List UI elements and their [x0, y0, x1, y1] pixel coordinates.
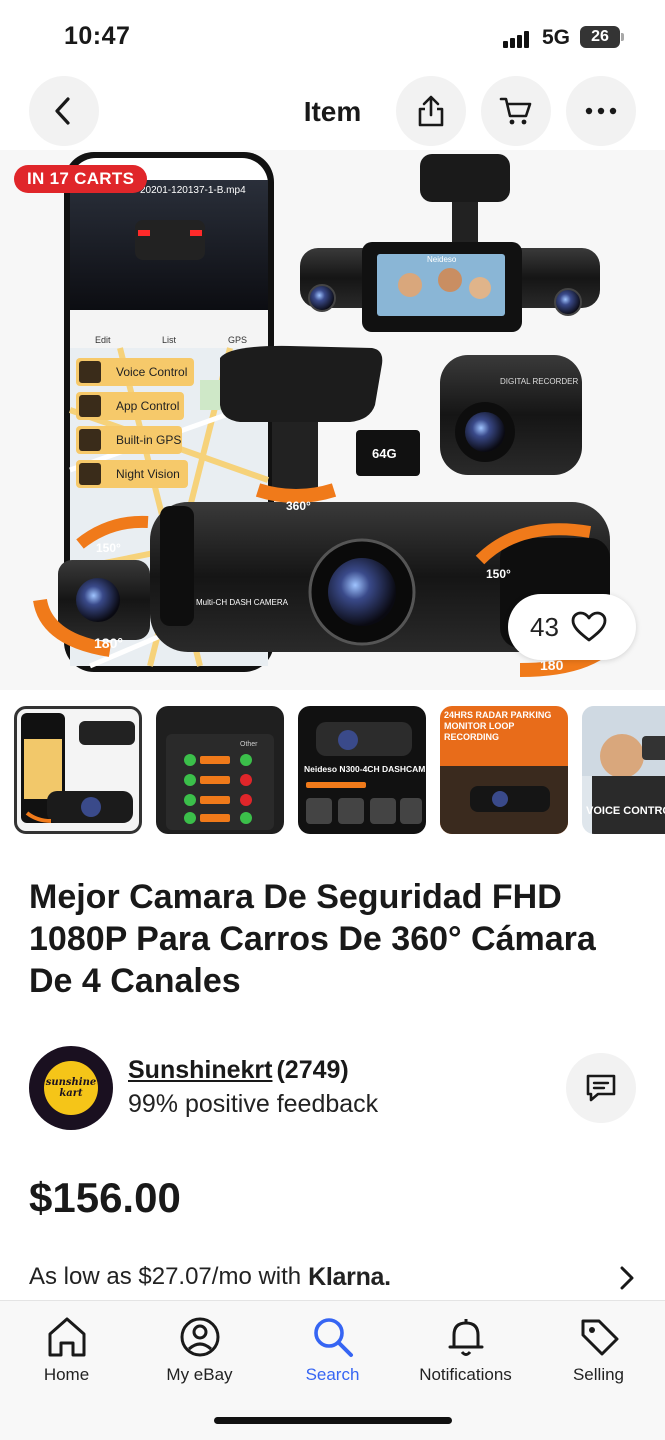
phone-tab-gps: GPS [228, 335, 247, 345]
tab-label: Selling [572, 1365, 625, 1384]
angle-150-left-label: 150° [96, 541, 121, 555]
seller-feedback-count: (2749) [276, 1056, 349, 1084]
seller-logo-text: sunshine kart [44, 1061, 98, 1115]
thumbnail-label: VOICE CONTROL [586, 805, 665, 817]
financing-text: As low as $27.07/mo with [29, 1263, 302, 1290]
listing-title: Mejor Camara De Seguridad FHD 1080P Para… [29, 878, 596, 1000]
top-cam-brand: Neideso [427, 255, 457, 264]
angle-150-right-label: 150° [486, 567, 511, 581]
thumbnail-strip[interactable]: Other Neideso N300-4CH DASHCAM 24HRS RAD… [14, 706, 665, 834]
phone-tab-list: List [162, 335, 177, 345]
signal-icon [503, 30, 533, 48]
thumbnail-label: Other [240, 741, 258, 748]
home-indicator [214, 1417, 452, 1424]
network-label: 5G [542, 26, 571, 49]
watch-button[interactable]: 43 [508, 594, 636, 660]
seller-name-link[interactable]: Sunshinekrt [128, 1056, 272, 1084]
thumbnail-label: Neideso N300-4CH DASHCAM [304, 764, 425, 774]
watch-count: 43 [530, 611, 559, 642]
angle-360-label: 360° [286, 499, 311, 513]
home-icon [48, 1317, 85, 1357]
tab-selling[interactable]: Selling [532, 1313, 665, 1393]
battery-icon: 26 [580, 26, 624, 48]
thumbnail[interactable]: 24HRS RADAR PARKING MONITOR LOOP RECORDI… [440, 706, 568, 834]
feature-built-in-gps: Built-in GPS [116, 433, 181, 447]
heart-icon [571, 611, 607, 642]
in-carts-badge: IN 17 CARTS [14, 165, 148, 193]
thumbnail[interactable]: Other [156, 706, 284, 834]
nav-bar: Item [0, 76, 665, 148]
chevron-right-icon [620, 1266, 634, 1290]
more-button[interactable] [566, 76, 636, 146]
chevron-left-icon [55, 97, 70, 125]
search-icon [313, 1318, 353, 1357]
thumbnail[interactable] [14, 706, 142, 834]
feature-night-vision: Night Vision [116, 467, 180, 481]
message-icon [586, 1074, 616, 1102]
cart-button[interactable] [481, 76, 551, 146]
back-button[interactable] [29, 76, 99, 146]
status-bar: 10:47 5G 26 [0, 0, 665, 70]
tab-label: My eBay [166, 1365, 233, 1384]
tab-my-ebay[interactable]: My eBay [133, 1313, 266, 1393]
klarna-logo: Klarna. [308, 1262, 391, 1291]
cart-icon [499, 97, 532, 125]
tab-label: Search [305, 1365, 360, 1384]
message-seller-button[interactable] [566, 1053, 636, 1123]
tag-icon [581, 1319, 618, 1356]
seller-info[interactable]: sunshine kart Sunshinekrt (2749) 99% posi… [29, 1046, 639, 1130]
main-cam-label: Multi-CH DASH CAMERA [196, 598, 289, 607]
feature-app-control: App Control [116, 399, 179, 413]
status-time: 10:47 [64, 22, 131, 50]
tab-label: Notifications [419, 1365, 512, 1384]
thumbnail[interactable]: VOICE CONTROL [582, 706, 665, 834]
seller-name-row: Sunshinekrt (2749) [128, 1056, 349, 1085]
more-icon [585, 107, 617, 115]
share-button[interactable] [396, 76, 466, 146]
sd-card-label: 64G [372, 446, 397, 461]
seller-positive-feedback: 99% positive feedback [128, 1090, 379, 1118]
thumbnail-label: 24HRS RADAR PARKING MONITOR LOOP RECORDI… [444, 710, 552, 742]
share-icon [418, 95, 444, 127]
rear-cam-label: DIGITAL RECORDER [500, 377, 578, 386]
tab-search[interactable]: Search [266, 1313, 399, 1393]
thumbnail[interactable]: Neideso N300-4CH DASHCAM [298, 706, 426, 834]
tab-label: Home [43, 1365, 90, 1384]
tab-home[interactable]: Home [0, 1313, 133, 1393]
phone-tab-edit: Edit [95, 335, 111, 345]
user-icon [180, 1317, 219, 1357]
seller-avatar[interactable]: sunshine kart [29, 1046, 113, 1130]
item-price: $156.00 [29, 1174, 181, 1221]
tab-notifications[interactable]: Notifications [399, 1313, 532, 1393]
klarna-financing-row[interactable]: As low as $27.07/mo with Klarna. [29, 1260, 639, 1294]
angle-180-left-label: 180° [94, 635, 123, 651]
video-filename: 20201-120137-1-B.mp4 [140, 185, 246, 196]
feature-voice-control: Voice Control [116, 365, 187, 379]
bell-icon [448, 1319, 483, 1356]
